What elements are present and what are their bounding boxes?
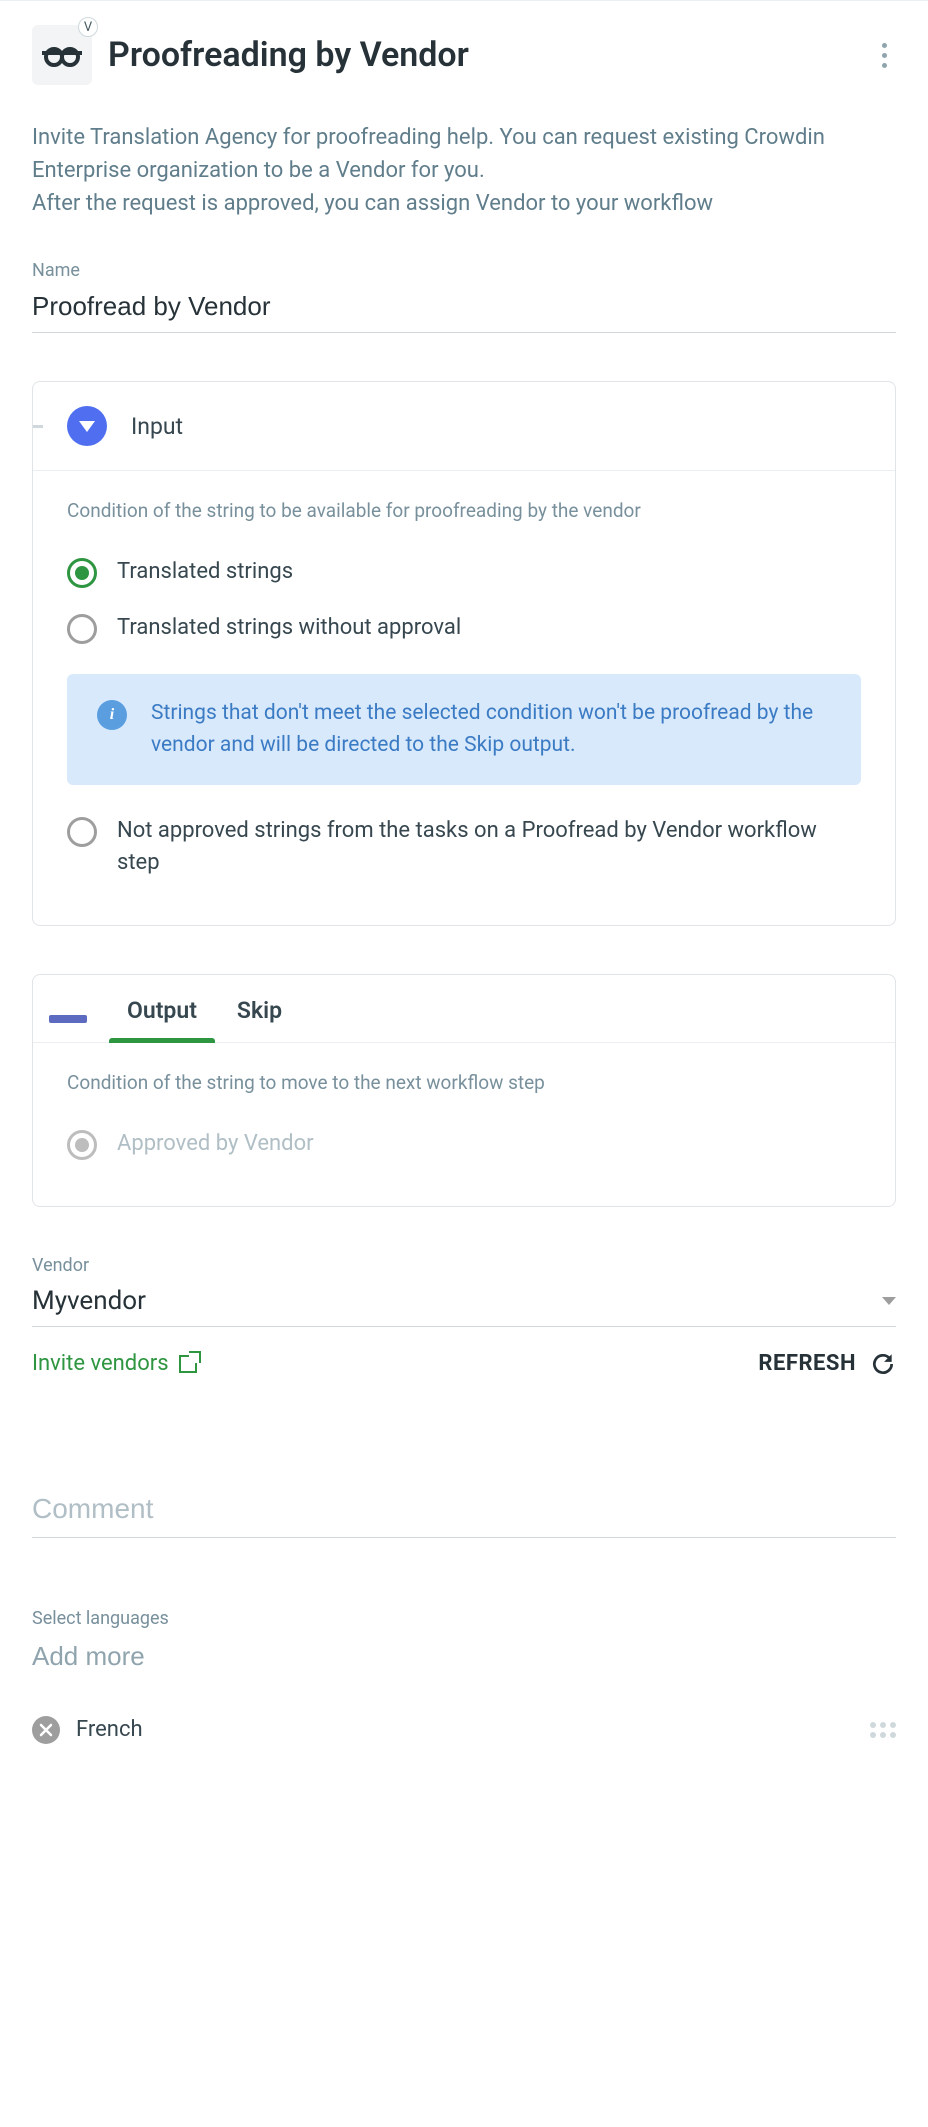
add-language-input[interactable] [32,1635,896,1682]
name-field-group: Name [32,260,896,333]
radio-label: Translated strings without approval [117,612,461,644]
remove-language-button[interactable] [32,1716,60,1744]
input-icon [67,406,107,446]
input-condition-label: Condition of the string to be available … [67,499,861,522]
chevron-down-icon [882,1297,896,1305]
radio-label: Not approved strings from the tasks on a… [117,815,861,879]
info-icon: i [97,700,127,730]
radio-translated-strings[interactable]: Translated strings [67,544,861,600]
page-title: Proofreading by Vendor [108,35,856,75]
language-name: French [76,1717,854,1742]
output-condition-label: Condition of the string to move to the n… [67,1071,861,1094]
tab-skip[interactable]: Skip [237,997,282,1042]
radio-label: Approved by Vendor [117,1128,314,1160]
external-link-icon [179,1355,197,1373]
radio-indicator [67,1130,97,1160]
input-card-header: Input [33,382,895,471]
radio-translated-without-approval[interactable]: Translated strings without approval [67,600,861,656]
vendor-label: Vendor [32,1255,896,1276]
header-icon: V [32,25,92,85]
radio-not-approved-from-tasks[interactable]: Not approved strings from the tasks on a… [67,803,861,891]
name-label: Name [32,260,896,281]
refresh-button[interactable]: REFRESH [758,1351,896,1377]
info-text: Strings that don't meet the selected con… [151,698,831,761]
input-title: Input [131,413,183,440]
radio-indicator [67,817,97,847]
tab-output[interactable]: Output [127,997,197,1042]
vendor-select[interactable]: Myvendor [32,1282,896,1327]
radio-label: Translated strings [117,556,293,588]
invite-vendors-label: Invite vendors [32,1351,169,1376]
input-card: Input Condition of the string to be avai… [32,381,896,926]
radio-indicator [67,614,97,644]
comment-input[interactable] [32,1487,896,1538]
vendor-value: Myvendor [32,1286,882,1316]
drag-handle-icon[interactable] [870,1722,896,1738]
radio-approved-by-vendor: Approved by Vendor [67,1116,861,1172]
info-box: i Strings that don't meet the selected c… [67,674,861,785]
description-text: Invite Translation Agency for proofreadi… [32,121,896,220]
output-tabs: Output Skip [33,975,895,1043]
language-item: French [32,1716,896,1752]
refresh-label: REFRESH [758,1351,856,1376]
vendor-field-group: Vendor Myvendor [32,1255,896,1327]
radio-indicator [67,558,97,588]
output-card: Output Skip Condition of the string to m… [32,974,896,1207]
refresh-icon [870,1351,896,1377]
name-input[interactable] [32,287,896,333]
more-menu-icon[interactable] [872,43,896,68]
invite-vendors-link[interactable]: Invite vendors [32,1351,197,1376]
vendor-badge: V [78,17,98,37]
languages-section: Select languages French [32,1608,896,1752]
languages-label: Select languages [32,1608,896,1629]
close-icon [39,1723,53,1737]
